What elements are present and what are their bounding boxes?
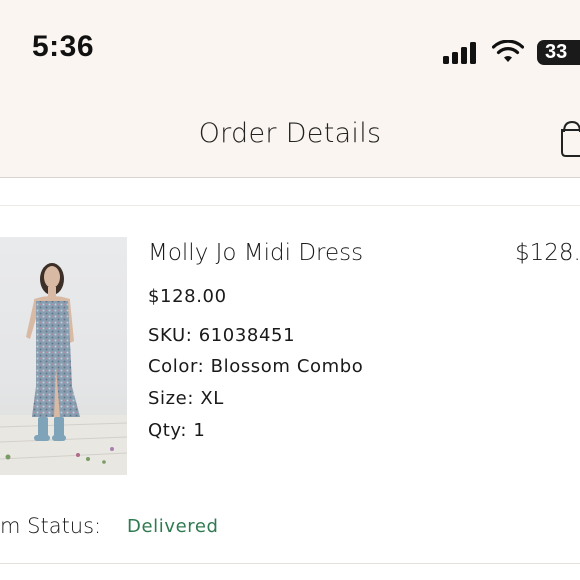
page-title: Order Details	[198, 118, 382, 149]
battery-level: 33	[545, 41, 568, 63]
section-divider	[0, 205, 580, 206]
shopping-bag-icon[interactable]	[558, 114, 580, 158]
bottom-divider	[0, 563, 580, 564]
battery-icon: 33	[537, 40, 580, 65]
header-divider	[0, 177, 580, 178]
wifi-icon	[492, 40, 524, 62]
product-name[interactable]: Molly Jo Midi Dress	[148, 240, 363, 266]
status-time: 5:36	[32, 30, 95, 63]
item-status-label: m Status:	[0, 514, 102, 538]
product-image[interactable]	[0, 237, 127, 475]
product-size: Size: XL	[148, 388, 224, 409]
product-color: Color: Blossom Combo	[148, 356, 364, 377]
product-qty: Qty: 1	[148, 420, 206, 441]
order-details-screen: 5:36 33 Order Details Molly Jo Midi Dres…	[0, 0, 580, 580]
product-line-total: $128.	[515, 240, 580, 266]
product-price: $128.00	[148, 286, 227, 307]
product-photo-illustration	[0, 263, 127, 475]
header-area: 5:36 33 Order Details	[0, 0, 580, 177]
signal-icon	[443, 42, 477, 64]
product-sku: SKU: 61038451	[148, 325, 296, 346]
item-status-value: Delivered	[127, 516, 219, 537]
